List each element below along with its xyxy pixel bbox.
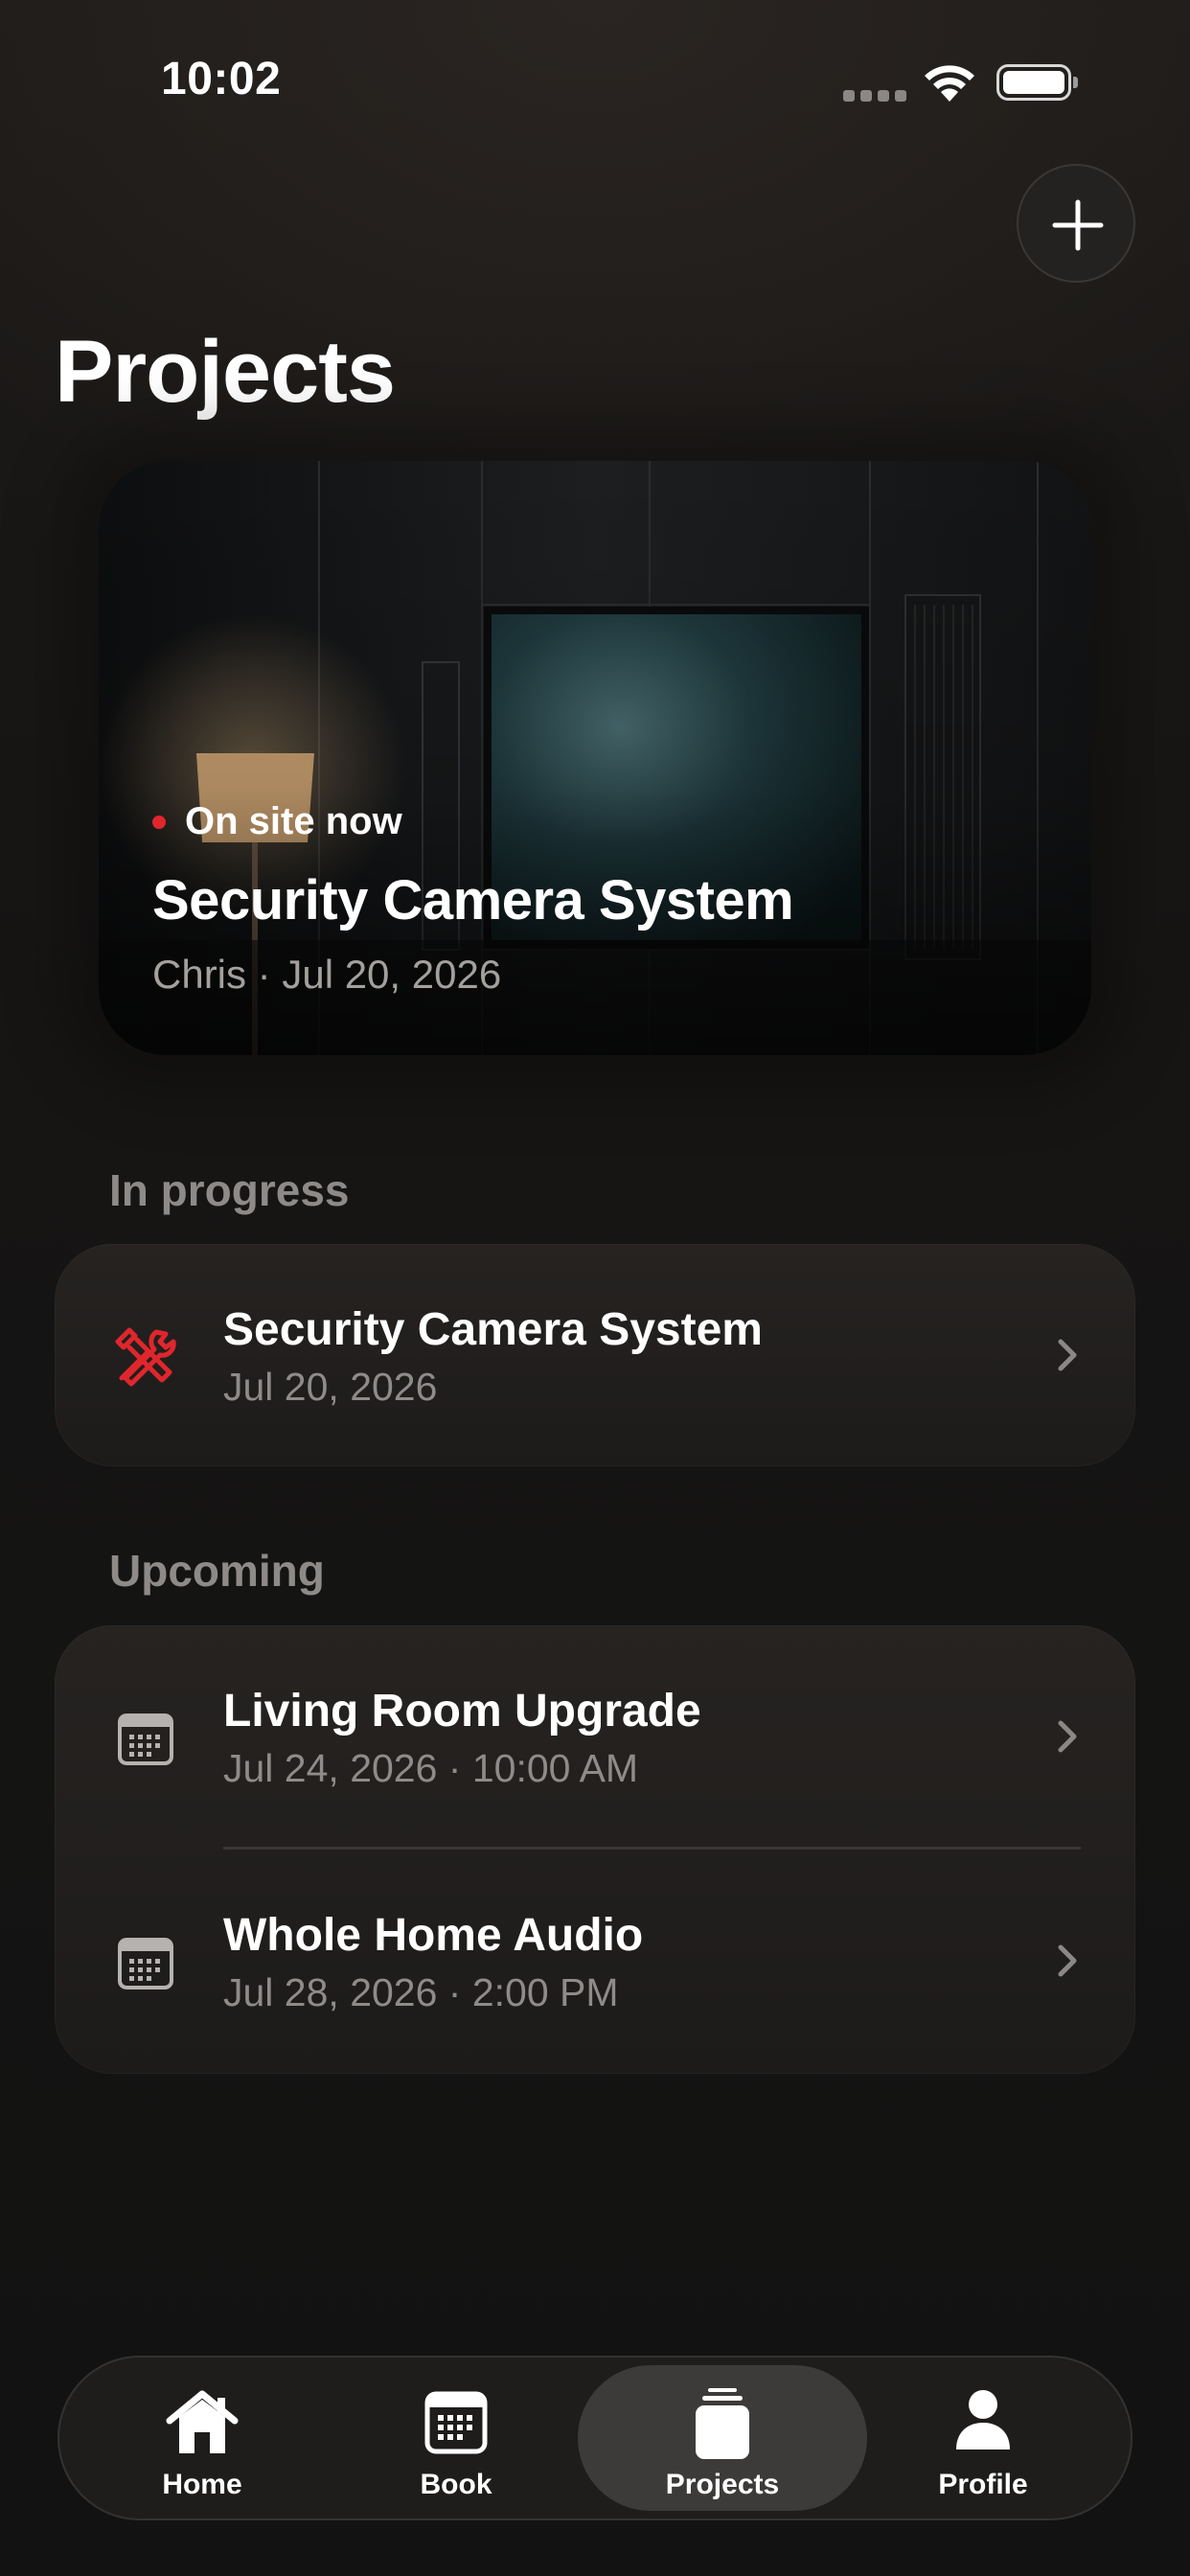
row-title: Living Room Upgrade <box>223 1686 701 1736</box>
home-icon <box>166 2390 239 2453</box>
calendar-icon <box>424 2391 488 2454</box>
list-item-living-room-upgrade[interactable]: Living Room Upgrade Jul 24, 2026 · 10:00… <box>55 1625 1135 1848</box>
list-item-security-camera-system[interactable]: Security Camera System Jul 20, 2026 <box>55 1244 1135 1466</box>
profile-icon <box>956 2390 1010 2450</box>
tab-label: Home <box>162 2469 242 2500</box>
wifi-icon <box>925 65 974 102</box>
upcoming-list: Living Room Upgrade Jul 24, 2026 · 10:00… <box>55 1625 1135 2074</box>
cellular-signal-icon <box>843 89 912 106</box>
section-label-upcoming: Upcoming <box>109 1546 325 1596</box>
row-title: Whole Home Audio <box>223 1910 644 1961</box>
row-title: Security Camera System <box>223 1304 763 1355</box>
chevron-right-icon <box>1058 1339 1077 1371</box>
plus-icon <box>1052 199 1104 251</box>
row-datetime: Jul 24, 2026 · 10:00 AM <box>223 1746 639 1790</box>
tab-label: Profile <box>938 2469 1028 2500</box>
section-label-in-progress: In progress <box>109 1165 350 1215</box>
calendar-icon <box>118 1938 173 1990</box>
tab-profile[interactable]: Profile <box>838 2365 1128 2511</box>
tab-label: Book <box>420 2469 492 2500</box>
tab-bar: Home Book Projects Profile <box>57 2356 1133 2520</box>
hero-title: Security Camera System <box>152 869 794 932</box>
calendar-icon <box>118 1714 173 1765</box>
page-title: Projects <box>55 323 396 421</box>
hero-status-label: On site now <box>185 800 402 842</box>
chevron-right-icon <box>1058 1720 1077 1753</box>
add-project-button[interactable] <box>1017 164 1135 283</box>
row-datetime: Jul 28, 2026 · 2:00 PM <box>223 1970 619 2014</box>
battery-icon <box>996 64 1078 101</box>
projects-screen: 10:02 Projects On site now Security Came… <box>0 0 1190 2576</box>
on-site-status: On site now <box>152 800 402 843</box>
featured-project-card[interactable]: On site now Security Camera System Chris… <box>99 461 1091 1055</box>
row-date: Jul 20, 2026 <box>223 1365 438 1409</box>
list-item-whole-home-audio[interactable]: Whole Home Audio Jul 28, 2026 · 2:00 PM <box>55 1850 1135 2072</box>
status-time: 10:02 <box>161 54 282 104</box>
tab-book[interactable]: Book <box>311 2365 601 2511</box>
projects-icon <box>696 2388 749 2459</box>
tab-projects[interactable]: Projects <box>578 2365 867 2511</box>
hero-meta: Chris · Jul 20, 2026 <box>152 952 502 997</box>
live-dot-icon <box>152 815 166 829</box>
tab-label: Projects <box>665 2469 780 2500</box>
chevron-right-icon <box>1058 1944 1077 1977</box>
tab-home[interactable]: Home <box>57 2365 347 2511</box>
tools-icon <box>115 1327 176 1387</box>
in-progress-list: Security Camera System Jul 20, 2026 <box>55 1244 1135 1466</box>
